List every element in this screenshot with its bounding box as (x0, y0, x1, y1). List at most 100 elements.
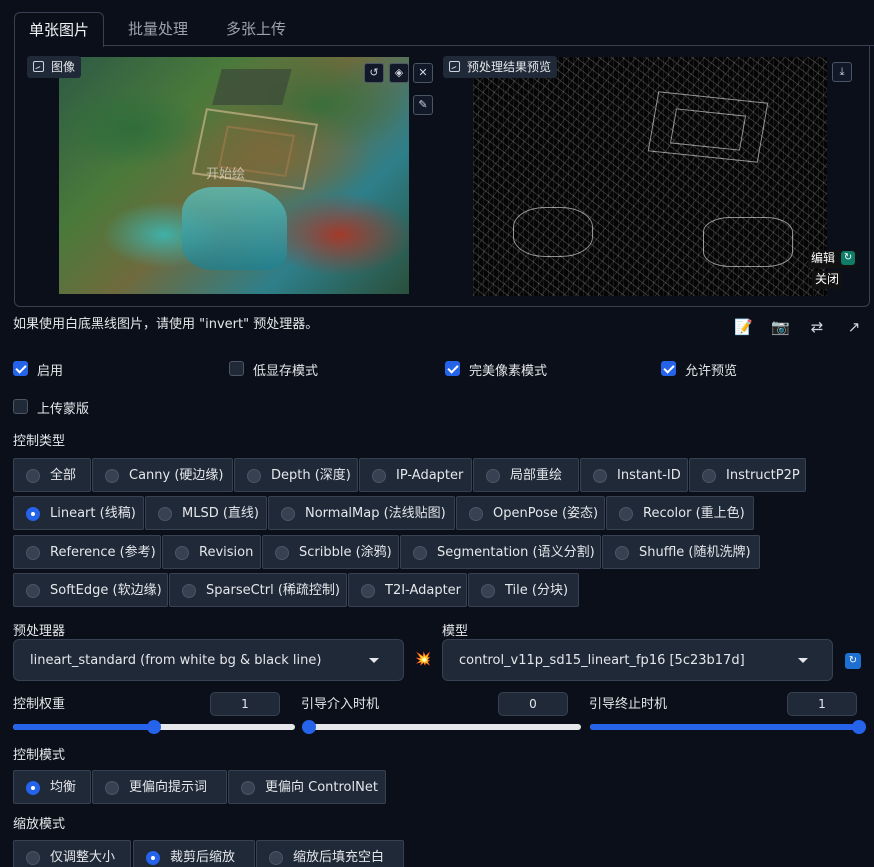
image-icon (449, 61, 460, 72)
swap-icon[interactable]: ⇄ (808, 318, 826, 336)
send-dimensions-icon[interactable]: ↗ (845, 318, 863, 336)
download-icon[interactable]: ⤓ (832, 62, 852, 82)
chevron-down-icon (369, 658, 379, 663)
control-type-lineart[interactable]: Lineart (线稿) (13, 496, 144, 530)
control-type-scribble[interactable]: Scribble (涂鸦) (262, 535, 399, 569)
low-vram-checkbox[interactable] (229, 361, 244, 376)
control-type-shuffle[interactable]: Shuffle (随机洗牌) (602, 535, 760, 569)
radio-dot (593, 469, 607, 483)
radio-dot (26, 584, 40, 598)
control-mode-prompt[interactable]: 更偏向提示词 (92, 770, 227, 804)
radio-dot (182, 584, 196, 598)
edit-button-label: 编辑 (811, 251, 836, 265)
radio-dot (269, 851, 283, 865)
radio-dot (275, 546, 289, 560)
run-preprocessor-icon[interactable]: 💥 (415, 652, 431, 668)
close-icon[interactable]: ✕ (413, 63, 433, 83)
control-weight-thumb[interactable] (147, 720, 161, 734)
control-type-instructp2p[interactable]: InstructP2P (689, 458, 806, 492)
radio-dot (361, 584, 375, 598)
starting-step-input[interactable]: 0 (498, 692, 568, 716)
control-type-recolor[interactable]: Recolor (重上色) (606, 496, 754, 530)
chevron-down-icon (798, 658, 808, 663)
edit-button[interactable]: 编辑 ↻ (808, 250, 858, 268)
image-detail (513, 207, 593, 257)
radio-dot (247, 469, 261, 483)
radio-dot (158, 507, 172, 521)
allow-preview-checkbox[interactable] (661, 361, 676, 376)
radio-dot (26, 781, 40, 795)
enable-checkbox[interactable] (13, 361, 28, 376)
radio-dot (372, 469, 386, 483)
starting-step-slider[interactable] (302, 724, 581, 730)
image-label: 图像 (27, 56, 82, 78)
control-type-all[interactable]: 全部 (13, 458, 91, 492)
starting-step-thumb[interactable] (302, 720, 316, 734)
control-type-segmentation[interactable]: Segmentation (语义分割) (400, 535, 601, 569)
radio-dot (26, 507, 40, 521)
notepad-icon[interactable]: 📝 (734, 318, 753, 336)
radio-dot (26, 469, 40, 483)
radio-dot (615, 546, 629, 560)
tab-multi-upload[interactable]: 多张上传 (212, 12, 300, 46)
control-type-softedge[interactable]: SoftEdge (软边缘) (13, 573, 168, 607)
brush-icon[interactable]: ✎ (413, 95, 433, 115)
control-type-instant-id[interactable]: Instant-ID (580, 458, 688, 492)
model-dropdown[interactable]: control_v11p_sd15_lineart_fp16 [5c23b17d… (442, 639, 833, 681)
radio-dot (702, 469, 716, 483)
refresh-models-icon[interactable]: ↻ (845, 653, 861, 669)
upload-mask-label: 上传蒙版 (37, 402, 90, 417)
control-type-depth[interactable]: Depth (深度) (234, 458, 358, 492)
starting-step-label: 引导介入时机 (301, 697, 380, 712)
upload-mask-checkbox[interactable] (13, 399, 28, 414)
radio-dot (486, 469, 500, 483)
control-type-ip-adapter[interactable]: IP-Adapter (359, 458, 472, 492)
tab-batch[interactable]: 批量处理 (114, 12, 202, 46)
eraser-icon[interactable]: ◈ (389, 63, 409, 83)
control-type-inpaint[interactable]: 局部重绘 (473, 458, 579, 492)
allow-preview-label: 允许预览 (685, 364, 738, 379)
radio-dot (481, 584, 495, 598)
control-weight-input[interactable]: 1 (210, 692, 280, 716)
pixel-perfect-checkbox[interactable] (445, 361, 460, 376)
preprocessor-dropdown[interactable]: lineart_standard (from white bg & black … (13, 639, 404, 681)
image-icon (33, 61, 44, 72)
slider-fill (590, 724, 866, 730)
image-detail (211, 68, 292, 105)
radio-dot (105, 781, 119, 795)
preprocessor-preview-image (473, 57, 827, 296)
image-detail (669, 108, 747, 151)
control-type-mlsd[interactable]: MLSD (直线) (145, 496, 267, 530)
resize-mode-crop-resize[interactable]: 裁剪后缩放 (133, 840, 255, 867)
control-type-tile[interactable]: Tile (分块) (468, 573, 579, 607)
tab-bar: 单张图片 批量处理 多张上传 (14, 12, 874, 47)
edit-icon: ↻ (841, 251, 856, 265)
ending-step-slider[interactable] (590, 724, 866, 730)
control-type-canny[interactable]: Canny (硬边缘) (92, 458, 233, 492)
resize-mode-just-resize[interactable]: 仅调整大小 (13, 840, 131, 867)
source-image[interactable]: 开始绘 (59, 57, 409, 294)
reset-icon[interactable]: ↺ (364, 63, 384, 83)
close-preview-button[interactable]: 关闭 (812, 271, 843, 289)
resize-mode-label: 缩放模式 (13, 817, 66, 832)
tab-single-image[interactable]: 单张图片 (14, 12, 105, 47)
control-type-reference[interactable]: Reference (参考) (13, 535, 161, 569)
control-type-t2i-adapter[interactable]: T2I-Adapter (348, 573, 467, 607)
control-type-sparsectrl[interactable]: SparseCtrl (稀疏控制) (169, 573, 347, 607)
ending-step-thumb[interactable] (852, 720, 866, 734)
control-type-normalmap[interactable]: NormalMap (法线贴图) (268, 496, 455, 530)
control-mode-controlnet[interactable]: 更偏向 ControlNet (228, 770, 386, 804)
radio-dot (413, 546, 427, 560)
preview-label: 预处理结果预览 (443, 56, 558, 78)
camera-icon[interactable]: 📷 (771, 318, 790, 336)
radio-dot (26, 851, 40, 865)
control-mode-balanced[interactable]: 均衡 (13, 770, 91, 804)
control-type-revision[interactable]: Revision (162, 535, 261, 569)
control-type-openpose[interactable]: OpenPose (姿态) (456, 496, 605, 530)
resize-mode-resize-fill[interactable]: 缩放后填充空白 (256, 840, 404, 867)
invert-notice: 如果使用白底黑线图片，请使用 "invert" 预处理器。 (13, 317, 319, 332)
image-detail (703, 217, 793, 267)
ending-step-label: 引导终止时机 (589, 697, 668, 712)
image-detail (181, 187, 287, 271)
ending-step-input[interactable]: 1 (787, 692, 857, 716)
